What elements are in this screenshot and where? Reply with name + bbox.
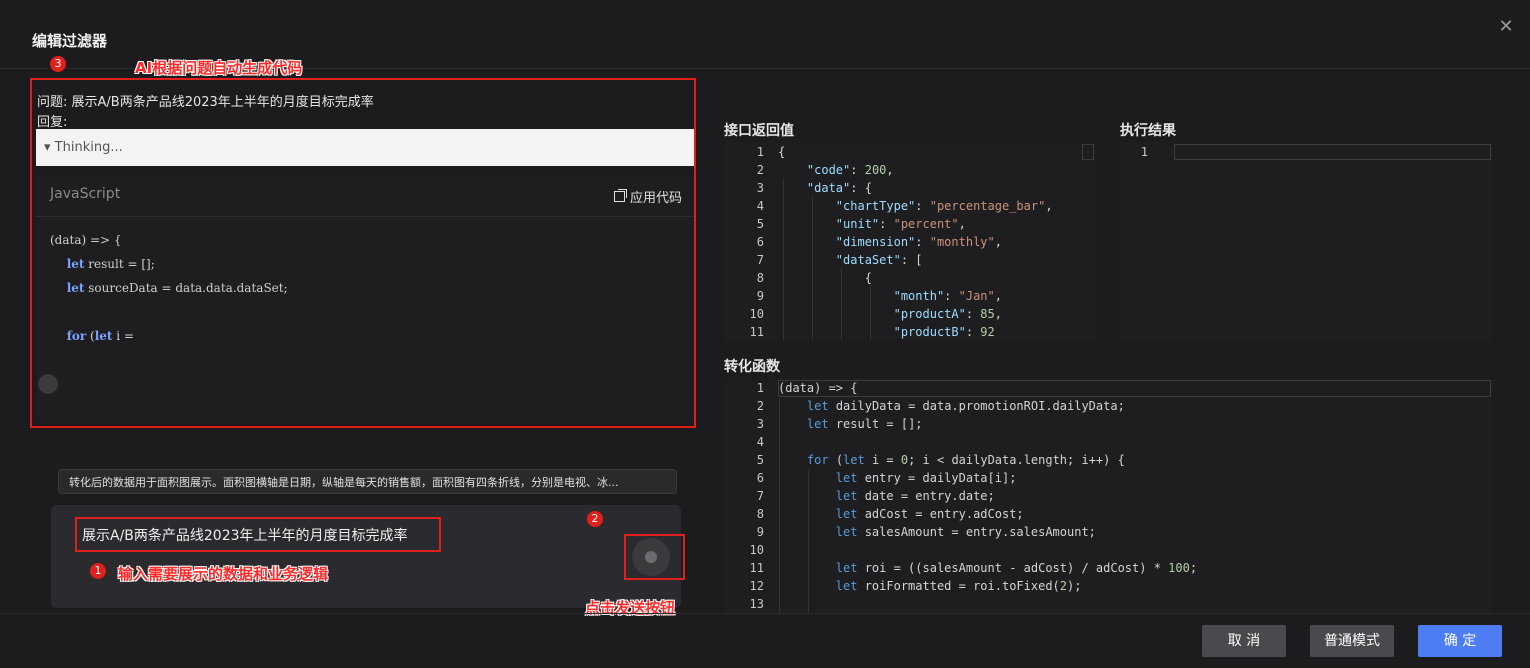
line-number: 8 [756,507,764,521]
copy-icon [613,191,625,202]
line-number: 6 [756,235,764,249]
line-number: 13 [749,597,764,611]
annotation-text-3: AI根据问题自动生成代码 [135,59,303,77]
line-number: 4 [756,199,764,213]
line-number: 5 [756,217,764,231]
reply-label: 回复: [37,115,68,130]
apply-code-button[interactable]: 应用代码 [613,187,682,206]
code-line: let date = entry.date; [835,489,995,503]
execution-result-label: 执行结果 [1120,123,1176,139]
code-line-1: (data) => { [50,233,122,247]
dialog-title: 编辑过滤器 [32,32,108,50]
code-line: (data) => { [778,381,858,395]
line-number: 1 [1140,145,1148,159]
line-number: 7 [756,253,764,267]
confirm-button[interactable]: 确 定 [1418,625,1502,657]
loading-spinner [38,374,58,394]
line-number: 11 [749,325,764,339]
json-line: { [778,271,872,285]
code-line: let roi = ((salesAmount - adCost) / adCo… [835,561,1198,575]
code-line: let entry = dailyData[i]; [835,471,1017,485]
line-number: 4 [756,435,764,449]
api-return-label: 接口返回值 [724,123,794,139]
line-number: 6 [756,471,764,485]
json-line: "dataSet": [ [835,253,923,267]
json-line: "code": 200, [806,163,894,177]
line-number: 10 [749,307,764,321]
line-number: 9 [756,525,764,539]
json-line: "productB": 92 [893,325,995,339]
generated-code-block: JavaScript 应用代码 (data) => { let result =… [36,176,694,422]
execution-result-editor[interactable]: 1 [1120,142,1492,341]
code-line: let result = []; [806,417,923,431]
chat-input-value[interactable]: 展示A/B两条产品线2023年上半年的月度目标完成率 [82,525,408,545]
api-editor-scrollbar[interactable] [1082,144,1094,160]
line-number: 7 [756,489,764,503]
cancel-button[interactable]: 取 消 [1202,625,1286,657]
code-header-divider [36,216,694,217]
line-number: 12 [749,579,764,593]
transform-function-label: 转化函数 [724,359,780,375]
result-current-line [1174,144,1491,160]
line-number: 1 [756,381,764,395]
json-line: "month": "Jan", [893,289,1002,303]
annotation-badge-2: 2 [587,511,603,527]
annotation-text-2: 点击发送按钮 [585,599,676,617]
json-line: { [778,145,786,159]
json-line: "productA": 85, [893,307,1002,321]
line-number: 5 [756,453,764,467]
line-number: 3 [756,181,764,195]
line-number: 9 [756,289,764,303]
line-number: 2 [756,399,764,413]
json-line: "dimension": "monthly", [835,235,1002,249]
question-label: 问题: 展示A/B两条产品线2023年上半年的月度目标完成率 [37,95,374,110]
send-button[interactable] [632,538,670,576]
line-number: 3 [756,417,764,431]
code-line-5: for (let i = [50,329,134,343]
line-number: 11 [749,561,764,575]
transform-current-line [778,380,1491,397]
annotation-badge-1: 1 [90,563,106,579]
code-line: for (let i = 0; i < dailyData.length; i+… [806,453,1125,467]
json-line: "unit": "percent", [835,217,966,231]
suggestion-chip[interactable]: 转化后的数据用于面积图展示。面积图横轴是日期，纵轴是每天的销售额，面积图有四条折… [58,469,677,494]
line-number: 1 [756,145,764,159]
line-number: 2 [756,163,764,177]
annotation-badge-3: 3 [50,56,66,72]
footer-divider [0,613,1530,614]
apply-code-label: 应用代码 [629,191,682,206]
transform-function-editor[interactable]: 1 2 3 4 5 6 7 8 9 10 11 12 13 (data) => … [724,378,1492,613]
code-line-2: let result = []; [50,257,155,271]
normal-mode-button[interactable]: 普通模式 [1310,625,1394,657]
code-line: let roiFormatted = roi.toFixed(2); [835,579,1082,593]
line-number: 10 [749,543,764,557]
json-line: "chartType": "percentage_bar", [835,199,1053,213]
close-icon[interactable]: ✕ [1497,18,1515,36]
code-language-label: JavaScript [50,186,121,202]
send-icon [645,551,657,563]
json-line: "data": { [806,181,872,195]
line-number: 8 [756,271,764,285]
code-line: let dailyData = data.promotionROI.dailyD… [806,399,1125,413]
thinking-toggle[interactable]: ▾ Thinking... [36,129,694,166]
code-line: let salesAmount = entry.salesAmount; [835,525,1096,539]
code-line: let adCost = entry.adCost; [835,507,1024,521]
annotation-text-1: 输入需要展示的数据和业务逻辑 [118,565,329,583]
code-line-3: let sourceData = data.data.dataSet; [50,281,288,295]
api-return-editor[interactable]: 1 2 3 4 5 6 7 8 9 10 11 { "code": 200, "… [724,142,1096,341]
